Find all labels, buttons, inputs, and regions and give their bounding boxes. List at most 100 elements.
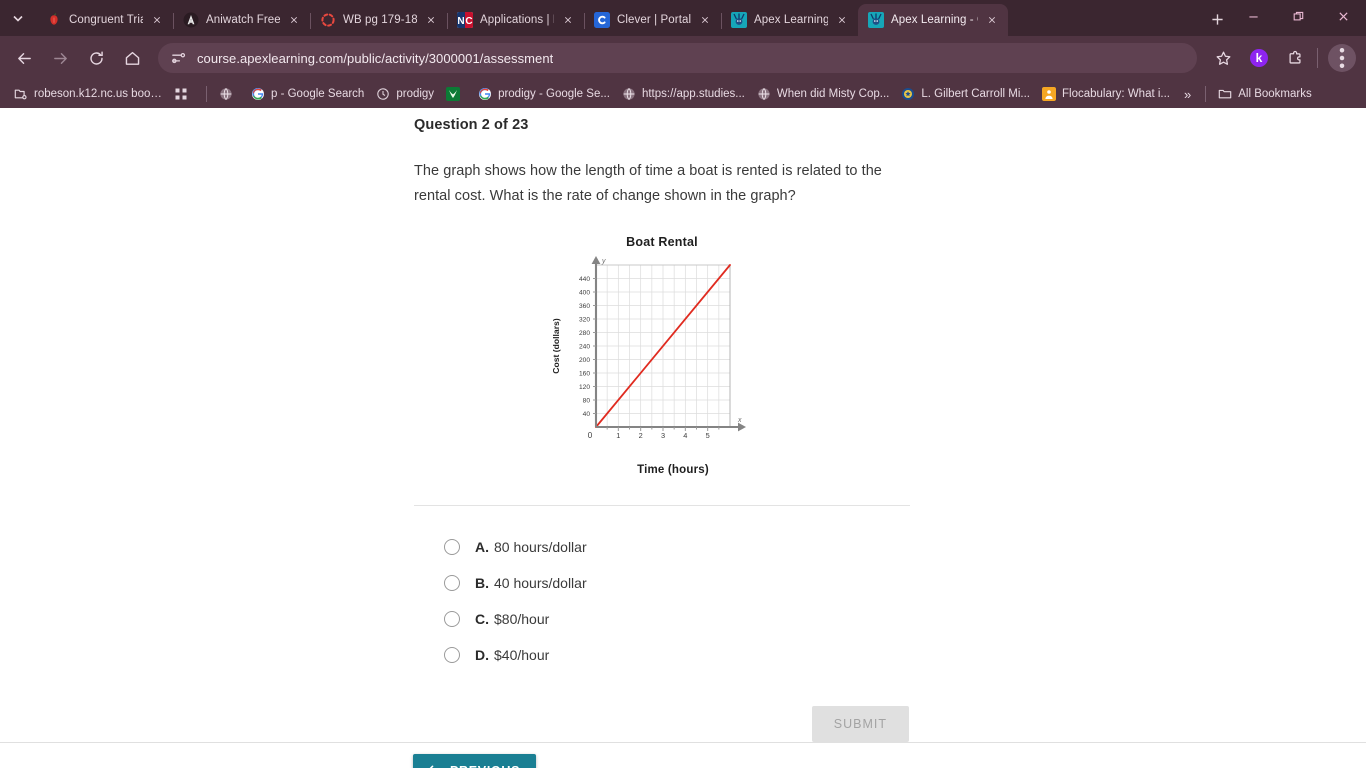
- close-icon[interactable]: [1321, 0, 1366, 32]
- browser-tab[interactable]: Aniwatch Free Anime: [173, 4, 311, 36]
- tab-title: WB pg 179-182: [343, 14, 417, 26]
- folder-icon: [1218, 87, 1232, 101]
- submit-button[interactable]: SUBMIT: [811, 706, 909, 742]
- google-g-icon: [251, 87, 265, 101]
- bookmark-item-gilbert-carroll[interactable]: L. Gilbert Carroll Mi...: [895, 83, 1036, 105]
- all-bookmarks-button[interactable]: All Bookmarks: [1212, 83, 1318, 105]
- toolbar-right-actions: k: [1205, 42, 1360, 74]
- bookmark-item-globe-1[interactable]: [213, 83, 245, 105]
- loading-spinner-icon: [320, 12, 336, 28]
- tab-title: Apex Learning - Cour: [891, 14, 978, 26]
- bookmark-item-p-google-search[interactable]: p - Google Search: [245, 83, 370, 105]
- svg-text:N: N: [457, 16, 464, 27]
- option-text: 80 hours/dollar: [494, 539, 587, 555]
- new-tab-button[interactable]: [1203, 5, 1231, 33]
- address-bar[interactable]: course.apexlearning.com/public/activity/…: [158, 43, 1197, 73]
- clever-c-icon: [594, 12, 610, 28]
- tab-title: Applications | Rapid: [480, 14, 554, 26]
- radio-button[interactable]: [444, 539, 460, 555]
- chart-x-axis-label: Time (hours): [637, 464, 709, 476]
- site-settings-icon[interactable]: [170, 50, 187, 67]
- y-tick-label: 200: [579, 357, 590, 364]
- bookmark-item-robeson[interactable]: robeson.k12.nc.us bookmarks: [8, 83, 168, 105]
- browser-window: Congruent Triangles Aniwatch Free Anime WB…: [0, 0, 1366, 768]
- radio-button[interactable]: [444, 611, 460, 627]
- bookmark-label: p - Google Search: [271, 88, 365, 100]
- extension-badge-icon[interactable]: k: [1250, 49, 1268, 67]
- y-tick-label: 80: [583, 398, 591, 405]
- y-tick-label: 320: [579, 317, 590, 324]
- browser-tab[interactable]: Congruent Triangles: [36, 4, 174, 36]
- y-tick-label: 160: [579, 371, 590, 378]
- answer-option[interactable]: B. 40 hours/dollar: [444, 565, 910, 601]
- y-axis-letter: y: [601, 258, 606, 265]
- option-text: $40/hour: [494, 647, 550, 663]
- option-letter: D.: [475, 647, 489, 663]
- y-tick-label: 440: [579, 276, 590, 283]
- bookmark-label: https://app.studies...: [641, 88, 745, 100]
- profile-avatar-icon[interactable]: [1328, 44, 1356, 72]
- bookmark-item-app-studies[interactable]: https://app.studies...: [616, 83, 751, 105]
- home-icon[interactable]: [116, 42, 148, 74]
- bookmark-item-apps[interactable]: [168, 83, 200, 105]
- bookmark-item-green-leaf[interactable]: [440, 83, 472, 105]
- bookmark-label: prodigy: [396, 88, 435, 100]
- close-icon[interactable]: [149, 12, 165, 28]
- close-icon[interactable]: [286, 12, 302, 28]
- green-leaf-icon: [446, 87, 461, 101]
- window-controls: [1231, 0, 1366, 36]
- globe-icon: [219, 87, 233, 101]
- apps-grid-icon: [174, 87, 188, 101]
- toolbar-divider: [1317, 48, 1318, 68]
- browser-tab[interactable]: Clever | Portal: [584, 4, 722, 36]
- reload-icon[interactable]: [80, 42, 112, 74]
- x-axis-letter: x: [737, 417, 742, 424]
- back-arrow-icon[interactable]: [8, 42, 40, 74]
- bookmark-label: Flocabulary: What i...: [1061, 88, 1170, 100]
- close-icon[interactable]: [423, 12, 439, 28]
- close-icon[interactable]: [984, 12, 1000, 28]
- option-text: 40 hours/dollar: [494, 575, 587, 591]
- bookmark-label: L. Gilbert Carroll Mi...: [921, 88, 1030, 100]
- close-icon[interactable]: [834, 12, 850, 28]
- forward-arrow-icon[interactable]: [44, 42, 76, 74]
- bookmark-item-prodigy-google-search[interactable]: prodigy - Google Se...: [472, 83, 616, 105]
- page-viewport: Question 2 of 23 The graph shows how the…: [0, 108, 1366, 768]
- browser-toolbar: course.apexlearning.com/public/activity/…: [0, 36, 1366, 80]
- bookmark-item-prodigy[interactable]: prodigy: [370, 83, 440, 105]
- radio-button[interactable]: [444, 647, 460, 663]
- bookmark-label: robeson.k12.nc.us bookmarks: [34, 88, 162, 100]
- x-tick-label: 1: [616, 431, 620, 440]
- tab-search-icon[interactable]: [4, 4, 32, 32]
- bookmark-star-icon[interactable]: [1207, 42, 1239, 74]
- close-icon[interactable]: [697, 12, 713, 28]
- browser-tab[interactable]: Apex Learning: [721, 4, 858, 36]
- tab-title: Apex Learning: [754, 14, 828, 26]
- option-letter: B.: [475, 575, 489, 591]
- submit-row: SUBMIT: [414, 706, 910, 742]
- bookmarks-overflow-icon[interactable]: »: [1176, 87, 1199, 102]
- chart-container: Boat Rental y x 40 80 120 160 200 240 280 320 360 4…: [414, 235, 910, 476]
- browser-tab[interactable]: Apex Learning - Cour: [858, 4, 1008, 36]
- bookmark-item-misty[interactable]: When did Misty Cop...: [751, 83, 895, 105]
- radio-button[interactable]: [444, 575, 460, 591]
- browser-tab[interactable]: NC Applications | Rapid: [447, 4, 585, 36]
- answer-option[interactable]: D. $40/hour: [444, 637, 910, 673]
- y-axis-arrowhead: [591, 256, 601, 264]
- tab-title: Aniwatch Free Anime: [206, 14, 280, 26]
- y-tick-label: 120: [579, 384, 590, 391]
- globe-icon: [622, 87, 636, 101]
- folder-settings-icon: [14, 87, 28, 101]
- answer-option[interactable]: C. $80/hour: [444, 601, 910, 637]
- nc-icon: NC: [457, 12, 473, 28]
- bookmark-item-flocabulary[interactable]: Flocabulary: What i...: [1036, 83, 1176, 105]
- previous-button[interactable]: PREVIOUS: [413, 753, 537, 768]
- puzzle-icon[interactable]: [1279, 42, 1311, 74]
- bookmark-label: prodigy - Google Se...: [498, 88, 610, 100]
- close-icon[interactable]: [560, 12, 576, 28]
- minimize-icon[interactable]: [1231, 0, 1276, 32]
- restore-icon[interactable]: [1276, 0, 1321, 32]
- answer-options-list: A. 80 hours/dollar B. 40 hours/dollar C. $80/…: [414, 529, 910, 673]
- answer-option[interactable]: A. 80 hours/dollar: [444, 529, 910, 565]
- browser-tab[interactable]: WB pg 179-182: [310, 4, 448, 36]
